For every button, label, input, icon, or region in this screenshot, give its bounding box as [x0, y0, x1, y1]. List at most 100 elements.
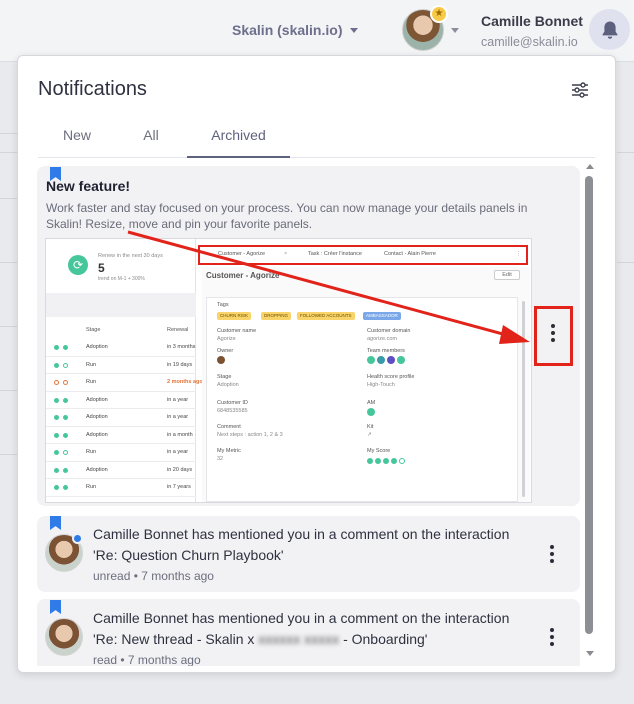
scrollbar-thumb[interactable]	[585, 176, 593, 634]
row-stage: Adoption	[86, 414, 108, 420]
row-stage: Run	[86, 484, 97, 490]
status-dot	[63, 397, 68, 403]
row-stage: Run	[86, 379, 97, 385]
divider	[617, 152, 634, 153]
bookmark-icon[interactable]	[50, 600, 61, 614]
field-value: Agorize	[217, 336, 236, 342]
tag: AMBASSADOR	[363, 312, 401, 320]
notification-list[interactable]: New feature! Work faster and stay focuse…	[37, 166, 593, 666]
screenshot-tab-task: Task : Créer l'instance	[308, 251, 362, 257]
org-switcher[interactable]: Skalin (skalin.io)	[232, 22, 359, 38]
feature-title: New feature!	[46, 178, 131, 194]
status-dot	[63, 485, 68, 490]
field-value: 32	[217, 456, 224, 462]
status-dot	[63, 380, 68, 385]
status-dot	[54, 345, 59, 350]
field-label: My Score	[367, 448, 391, 454]
tab-archived[interactable]: Archived	[187, 116, 290, 158]
divider	[0, 390, 18, 391]
notification-meta: read • 7 months ago	[93, 653, 201, 666]
column-header-stage: Stage	[86, 327, 101, 333]
tab-new[interactable]: New	[52, 116, 102, 158]
sliders-icon	[572, 82, 588, 98]
notification-text-line2: 'Re: New thread - Skalin x xxxxxx xxxxx …	[93, 629, 427, 650]
score-dot	[383, 458, 389, 464]
field-value: Adoption	[217, 382, 239, 388]
screenshot-panel-title: Customer - Agorize	[206, 271, 280, 280]
row-renewal: in a year	[167, 396, 189, 403]
tag: FOLLOWED ACCOUNTS	[297, 312, 355, 320]
avatar	[45, 618, 83, 656]
avatar	[217, 356, 225, 364]
bookmark-icon[interactable]	[50, 516, 61, 530]
row-renewal: in a month	[167, 431, 193, 438]
more-options-button[interactable]	[549, 545, 555, 567]
score-dot	[399, 458, 405, 464]
field-label: My Metric	[217, 448, 241, 454]
scroll-up-arrow-icon[interactable]	[586, 164, 594, 169]
notification-status: read	[93, 653, 118, 666]
text-segment: 'Re: New thread - Skalin x	[93, 631, 255, 647]
notification-text-line1: Camille Bonnet has mentioned you in a co…	[93, 526, 510, 542]
notification-item[interactable]: Camille Bonnet has mentioned you in a co…	[37, 599, 580, 666]
divider	[0, 198, 18, 199]
notification-status: unread	[93, 569, 131, 583]
row-renewal: in 3 months	[167, 344, 196, 350]
notification-meta: unread • 7 months ago	[93, 569, 214, 583]
screenshot-tab-contact: Contact - Alain Pierre	[384, 251, 436, 257]
scroll-down-arrow-icon[interactable]	[586, 651, 594, 656]
row-renewal: 2 months ago	[167, 379, 203, 385]
notification-time: 7 months ago	[127, 653, 201, 666]
screenshot-detail-fields: Tags CHURN RISK DROPPING FOLLOWED ACCOUN…	[206, 297, 518, 502]
divider	[0, 326, 18, 327]
screenshot-row: Run in 19 days	[46, 357, 196, 374]
top-header: Skalin (skalin.io) ★ Camille Bonnet cami…	[0, 0, 634, 62]
screenshot-row: Adoption in 20 days	[46, 462, 196, 479]
screenshot-row: Adoption in a month	[46, 427, 196, 444]
notifications-button[interactable]	[589, 9, 630, 50]
score-dot	[391, 458, 397, 464]
stat-value: 5	[98, 261, 105, 275]
status-dot	[54, 432, 59, 438]
score-dot	[375, 458, 381, 464]
screenshot-row: Run in 7 years	[46, 479, 196, 497]
notification-item[interactable]: Camille Bonnet has mentioned you in a co…	[37, 516, 580, 592]
field-label: Customer ID	[217, 400, 248, 406]
screenshot-customer-list: ⟳ Renew in the next 30 days 5 trend on M…	[46, 239, 203, 502]
field-label: Stage	[217, 374, 232, 380]
screenshot-scrollbar	[522, 301, 525, 497]
feature-screenshot: ⟳ Renew in the next 30 days 5 trend on M…	[45, 238, 532, 503]
status-dot	[54, 362, 59, 368]
feature-description: Work faster and stay focused on your pro…	[46, 201, 528, 231]
field-label: AM	[367, 400, 376, 406]
feature-card[interactable]: New feature! Work faster and stay focuse…	[37, 166, 580, 506]
settings-button[interactable]	[570, 80, 590, 100]
scrollbar[interactable]	[584, 164, 595, 656]
screenshot-tab-customer: Customer - Agorize	[218, 251, 266, 257]
screenshot-row: Run in a year	[46, 444, 196, 462]
field-value: agorize.com	[367, 336, 397, 342]
unread-dot	[72, 533, 83, 544]
tag: CHURN RISK	[217, 312, 252, 320]
screenshot-detail-panel: Customer - Agorize Edit Tags CHURN RISK …	[202, 267, 530, 502]
stat-trend: trend on M-1 + 300%	[98, 276, 145, 282]
row-stage: Adoption	[86, 431, 108, 438]
status-dot	[63, 432, 68, 438]
row-stage: Adoption	[86, 344, 108, 350]
field-label: Customer domain	[367, 328, 411, 334]
field-label: Tags	[217, 302, 229, 308]
tab-bar: New All Archived	[38, 116, 595, 158]
more-options-button[interactable]	[549, 628, 555, 650]
row-stage: Run	[86, 361, 97, 368]
screenshot-edit-button: Edit	[494, 270, 520, 280]
field-value: High-Touch	[367, 382, 395, 388]
divider	[0, 152, 18, 153]
chevron-down-icon[interactable]	[451, 28, 459, 33]
bell-icon	[602, 21, 617, 39]
tab-all[interactable]: All	[136, 116, 166, 158]
screenshot-row: Adoption in a year	[46, 392, 196, 409]
more-options-button[interactable]	[550, 324, 556, 346]
trophy-icon: ★	[430, 5, 448, 23]
status-dot	[63, 362, 68, 368]
stat-label: Renew in the next 30 days	[98, 253, 163, 259]
